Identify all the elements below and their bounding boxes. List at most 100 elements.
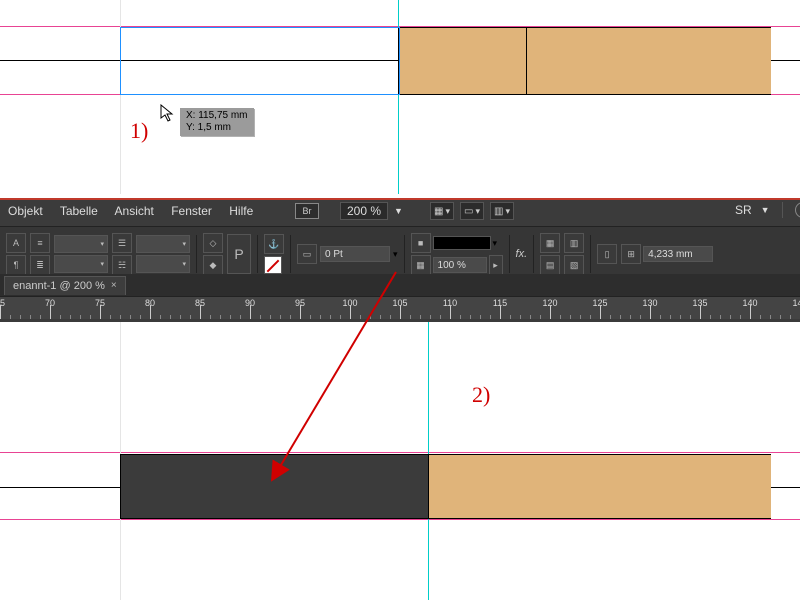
view-option-1[interactable]: ▦▾: [430, 202, 454, 220]
ruler-tick: [270, 315, 271, 319]
ruler-tick: [440, 315, 441, 319]
workspace-switcher[interactable]: SR ▼: [735, 202, 800, 218]
inset-icon[interactable]: ⊞: [621, 244, 641, 264]
transform-icon[interactable]: ◆: [203, 255, 223, 275]
ruler-tick: [130, 315, 131, 319]
ruler-tick: [310, 315, 311, 319]
ruler-tick: [500, 305, 501, 319]
no-fill-swatch[interactable]: [264, 256, 282, 274]
ruler-tick: [340, 315, 341, 319]
fx-button[interactable]: fx.: [516, 248, 528, 260]
cell-grid-icon[interactable]: ▧: [564, 255, 584, 275]
ruler-tick: [110, 315, 111, 319]
chevron-down-icon[interactable]: ▾: [493, 238, 498, 249]
style-dropdown[interactable]: [54, 235, 108, 253]
cell-grid-icon[interactable]: ▤: [540, 255, 560, 275]
align-icon[interactable]: ≡: [30, 233, 50, 253]
close-icon[interactable]: ×: [111, 280, 117, 291]
ruler-tick: [570, 315, 571, 319]
opacity-icon[interactable]: ▦: [411, 255, 431, 275]
chevron-right-icon[interactable]: ▸: [489, 255, 503, 275]
ruler-tick: [470, 315, 471, 319]
ruler-tick: [190, 315, 191, 319]
ruler-tick: [430, 315, 431, 319]
list-icon[interactable]: ☰: [112, 233, 132, 253]
style-dropdown[interactable]: [136, 255, 190, 273]
ruler-tick: [230, 315, 231, 319]
ruler-tick: [70, 315, 71, 319]
ruler-tick: [510, 315, 511, 319]
stroke-weight-field[interactable]: 0 Pt: [320, 246, 390, 262]
ruler-tick: [80, 315, 81, 319]
table-cell[interactable]: [428, 454, 771, 519]
table-cell[interactable]: [526, 27, 771, 95]
align-icon[interactable]: ≣: [30, 255, 50, 275]
document-tab[interactable]: enannt-1 @ 200 % ×: [4, 276, 126, 295]
ruler-tick: [400, 305, 401, 319]
char-formatting-icon[interactable]: A: [6, 233, 26, 253]
style-dropdown[interactable]: [54, 255, 108, 273]
transform-icon[interactable]: ◇: [203, 233, 223, 253]
view-option-3[interactable]: ▥▾: [490, 202, 514, 220]
view-options-group: ▦▾ ▭▾ ▥▾: [430, 202, 514, 220]
fill-swatch[interactable]: [433, 236, 491, 250]
menu-item-ansicht[interactable]: Ansicht: [115, 204, 154, 218]
chevron-down-icon[interactable]: ▼: [394, 206, 403, 216]
ruler-tick: [560, 315, 561, 319]
ruler-tick: [150, 305, 151, 319]
ruler-tick: [520, 315, 521, 319]
view-option-2[interactable]: ▭▾: [460, 202, 484, 220]
separator: [257, 235, 258, 273]
cursor-position-tooltip: X: 115,75 mm Y: 1,5 mm: [180, 108, 254, 136]
ruler-tick: [50, 305, 51, 319]
top-canvas-area[interactable]: X: 115,75 mm Y: 1,5 mm 1): [0, 0, 800, 194]
table-cell-filled[interactable]: [120, 454, 430, 519]
ruler-tick: [160, 315, 161, 319]
swatch-toggle[interactable]: ■: [411, 233, 431, 253]
paragraph-style-icon[interactable]: P: [227, 234, 251, 274]
bottom-canvas-area[interactable]: 2): [0, 322, 800, 600]
zoom-level-combo[interactable]: 200 % ▼: [340, 202, 403, 220]
ruler-tick: [610, 315, 611, 319]
ruler-tick: [680, 315, 681, 319]
separator: [0, 198, 800, 200]
ruler-tick: [420, 315, 421, 319]
selected-frame[interactable]: [120, 27, 400, 95]
menu-item-objekt[interactable]: Objekt: [8, 204, 43, 218]
ruler-tick: [390, 315, 391, 319]
stroke-icon[interactable]: ▭: [297, 244, 317, 264]
cell-grid-icon[interactable]: ▦: [540, 233, 560, 253]
ruler-tick: [590, 315, 591, 319]
ruler-tick-label: 145: [792, 298, 800, 308]
ruler-tick: [380, 315, 381, 319]
border-icon[interactable]: ▯: [597, 244, 617, 264]
para-formatting-icon[interactable]: ¶: [6, 255, 26, 275]
chevron-down-icon[interactable]: ▾: [393, 249, 398, 260]
zoom-level-value[interactable]: 200 %: [340, 202, 388, 220]
ruler-tick: [550, 305, 551, 319]
anchor-icon[interactable]: ⚓: [264, 234, 284, 254]
ruler-tick: [10, 315, 11, 319]
horizontal-ruler[interactable]: 6570758085909510010511011512012513013514…: [0, 296, 800, 319]
ruler-tick: [780, 315, 781, 319]
bridge-button[interactable]: Br: [295, 203, 319, 219]
ruler-tick: [700, 305, 701, 319]
ruler-tick: [240, 315, 241, 319]
menu-item-fenster[interactable]: Fenster: [171, 204, 212, 218]
ruler-tick: [140, 315, 141, 319]
ruler-tick: [320, 315, 321, 319]
cell-grid-icon[interactable]: ▥: [564, 233, 584, 253]
ruler-tick: [530, 315, 531, 319]
table-cell[interactable]: [398, 27, 527, 95]
style-dropdown[interactable]: [136, 235, 190, 253]
separator: [590, 235, 591, 273]
opacity-field[interactable]: 100 %: [433, 257, 487, 273]
ruler-tick: [790, 315, 791, 319]
search-icon[interactable]: [795, 202, 800, 218]
menu-item-hilfe[interactable]: Hilfe: [229, 204, 253, 218]
menu-item-tabelle[interactable]: Tabelle: [60, 204, 98, 218]
cell-inset-field[interactable]: 4,233 mm: [643, 246, 713, 262]
tab-label: enannt-1 @ 200 %: [13, 280, 105, 292]
list-icon[interactable]: ☵: [112, 255, 132, 275]
ruler-tick: [30, 315, 31, 319]
